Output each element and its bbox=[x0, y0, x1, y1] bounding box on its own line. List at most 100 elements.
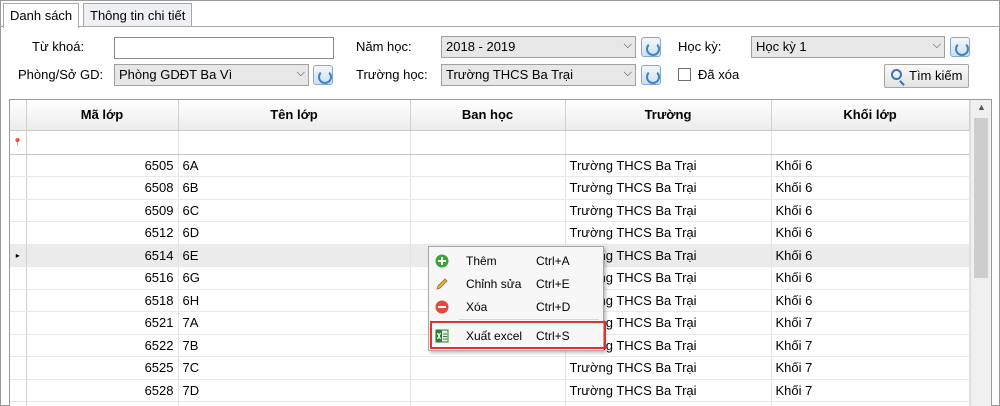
header-grade[interactable]: Khối lớp bbox=[771, 100, 970, 131]
tab-details[interactable]: Thông tin chi tiết bbox=[83, 3, 193, 27]
cell-grade: Khối 6 bbox=[771, 221, 970, 245]
semester-label: Học kỳ: bbox=[678, 39, 722, 54]
scroll-thumb[interactable] bbox=[974, 118, 988, 278]
class-list-window: Danh sách Thông tin chi tiết Từ khoá: Nă… bbox=[0, 0, 1000, 406]
cell-class-name: 6B bbox=[178, 176, 411, 200]
cell-class-code: 6525 bbox=[26, 356, 179, 380]
cell-class-name: 6E bbox=[178, 244, 411, 267]
row-indicator bbox=[10, 176, 27, 200]
refresh-dept-icon[interactable] bbox=[313, 65, 333, 85]
cell-class-code: 6518 bbox=[26, 289, 179, 312]
row-indicator bbox=[10, 199, 27, 222]
filter-cell[interactable] bbox=[410, 130, 566, 155]
filter-row-icon: 📍 bbox=[10, 130, 27, 155]
table-row[interactable]: 65317E Trường THCS Ba TrạiKhối 7 bbox=[10, 401, 970, 406]
header-school[interactable]: Trường bbox=[565, 100, 772, 131]
tab-list[interactable]: Danh sách bbox=[3, 3, 80, 28]
school-select[interactable]: Trường THCS Ba Trại ⌵ bbox=[441, 64, 636, 86]
header-class-name[interactable]: Tên lớp bbox=[178, 100, 411, 131]
row-indicator bbox=[10, 356, 27, 380]
refresh-semester-icon[interactable] bbox=[950, 37, 970, 57]
delete-icon bbox=[435, 300, 449, 314]
header-track[interactable]: Ban học bbox=[410, 100, 566, 131]
school-select-value: Trường THCS Ba Trại bbox=[446, 67, 574, 82]
cell-track bbox=[410, 199, 566, 222]
cell-grade: Khối 6 bbox=[771, 289, 970, 312]
row-indicator bbox=[10, 154, 27, 177]
table-row[interactable]: 6509 6C Trường THCS Ba Trại Khối 6 bbox=[10, 199, 970, 222]
edit-icon bbox=[436, 278, 448, 290]
cell-class-name: 7C bbox=[178, 356, 411, 380]
row-indicator bbox=[10, 311, 27, 335]
filter-row: 📍 bbox=[10, 130, 970, 155]
table-row[interactable]: 6512 6D Trường THCS Ba Trại Khối 6 bbox=[10, 221, 970, 245]
table-row[interactable]: 6525 7C Trường THCS Ba Trại Khối 7 bbox=[10, 356, 970, 380]
menu-item-label: Chỉnh sửa bbox=[466, 277, 522, 291]
cell-track bbox=[410, 401, 566, 406]
semester-select[interactable]: Học kỳ 1 ⌵ bbox=[751, 36, 945, 58]
cell-class-name: 6C bbox=[178, 199, 411, 222]
chevron-down-icon: ⌵ bbox=[932, 39, 941, 51]
cell-track bbox=[410, 221, 566, 245]
cell-grade: Khối 6 bbox=[771, 176, 970, 200]
menu-item-add[interactable]: Thêm Ctrl+A bbox=[429, 250, 603, 273]
dept-select[interactable]: Phòng GDĐT Ba Vì ⌵ bbox=[114, 64, 309, 86]
cell-class-code: 6516 bbox=[26, 266, 179, 290]
refresh-year-icon[interactable] bbox=[641, 37, 661, 57]
menu-item-delete[interactable]: Xóa Ctrl+D bbox=[429, 296, 603, 319]
keyword-input[interactable] bbox=[114, 37, 334, 59]
menu-item-edit[interactable]: Chỉnh sửa Ctrl+E bbox=[429, 273, 603, 296]
row-indicator bbox=[10, 289, 27, 312]
cell-class-code: 6505 bbox=[26, 154, 179, 177]
menu-separator bbox=[459, 319, 599, 320]
cell-school: Trường THCS Ba Trại bbox=[565, 379, 772, 402]
tab-divider bbox=[1, 26, 999, 27]
scroll-up-icon[interactable]: ▲ bbox=[977, 102, 986, 112]
year-label: Năm học: bbox=[356, 39, 412, 54]
deleted-checkbox[interactable] bbox=[678, 68, 691, 81]
filter-cell[interactable] bbox=[178, 130, 411, 155]
cell-class-name: 7D bbox=[178, 379, 411, 402]
year-select[interactable]: 2018 - 2019 ⌵ bbox=[441, 36, 636, 58]
cell-grade: Khối 7 bbox=[771, 401, 970, 406]
chevron-down-icon: ⌵ bbox=[296, 67, 305, 79]
add-icon bbox=[435, 254, 449, 268]
cell-track bbox=[410, 356, 566, 380]
filter-cell[interactable] bbox=[565, 130, 772, 155]
search-icon bbox=[891, 69, 902, 80]
header-class-code[interactable]: Mã lớp bbox=[26, 100, 179, 131]
cell-school: Trường THCS Ba Trại bbox=[565, 356, 772, 380]
cell-school: Trường THCS Ba Trại bbox=[565, 176, 772, 200]
dept-label: Phòng/Sở GD: bbox=[18, 67, 104, 82]
filter-cell[interactable] bbox=[26, 130, 179, 155]
vertical-scrollbar[interactable]: ▲ bbox=[970, 100, 991, 406]
cell-class-code: 6508 bbox=[26, 176, 179, 200]
chevron-down-icon: ⌵ bbox=[623, 39, 632, 51]
cell-class-code: 6512 bbox=[26, 221, 179, 245]
refresh-school-icon[interactable] bbox=[641, 65, 661, 85]
keyword-label: Từ khoá: bbox=[32, 39, 85, 54]
table-row[interactable]: 6528 7D Trường THCS Ba Trại Khối 7 bbox=[10, 379, 970, 402]
cell-class-name: 7E bbox=[178, 401, 411, 406]
table-row[interactable]: 6508 6B Trường THCS Ba Trại Khối 6 bbox=[10, 176, 970, 200]
cell-track bbox=[410, 379, 566, 402]
cell-class-name: 7A bbox=[178, 311, 411, 335]
cell-class-name: 6H bbox=[178, 289, 411, 312]
cell-class-name: 7B bbox=[178, 334, 411, 357]
cell-class-code: 6531 bbox=[26, 401, 179, 406]
cell-grade: Khối 6 bbox=[771, 244, 970, 267]
cell-class-code: 6514 bbox=[26, 244, 179, 267]
menu-item-shortcut: Ctrl+A bbox=[536, 254, 570, 268]
cell-school: Trường THCS Ba Trại bbox=[565, 154, 772, 177]
cell-class-code: 6522 bbox=[26, 334, 179, 357]
cell-class-name: 6A bbox=[178, 154, 411, 177]
cell-class-code: 6509 bbox=[26, 199, 179, 222]
cell-grade: Khối 7 bbox=[771, 334, 970, 357]
semester-select-value: Học kỳ 1 bbox=[756, 39, 807, 54]
cell-grade: Khối 6 bbox=[771, 266, 970, 290]
filter-cell[interactable] bbox=[771, 130, 970, 155]
row-indicator bbox=[10, 221, 27, 245]
table-row[interactable]: 6505 6A Trường THCS Ba Trại Khối 6 bbox=[10, 154, 970, 177]
cell-class-name: 6D bbox=[178, 221, 411, 245]
search-button[interactable]: Tìm kiếm bbox=[884, 64, 970, 88]
